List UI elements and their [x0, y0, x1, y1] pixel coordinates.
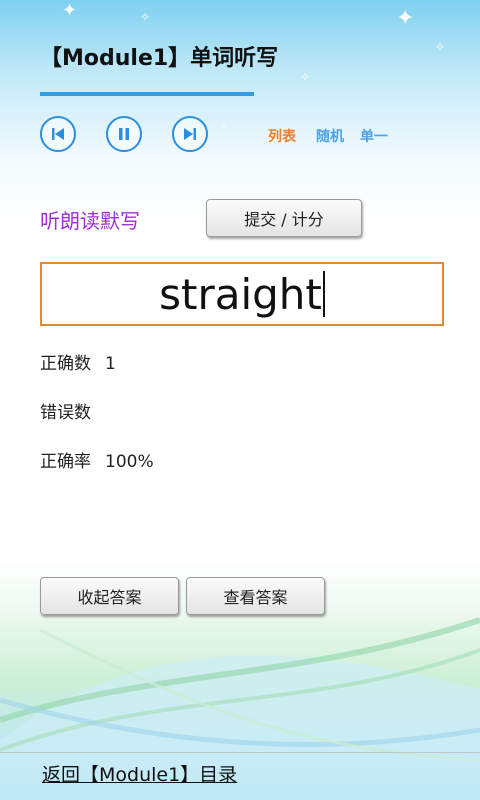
submit-score-button[interactable]: 提交 / 计分	[206, 199, 362, 237]
text-cursor	[322, 271, 325, 317]
sparkle-decoration: ✦	[62, 0, 78, 21]
pause-button[interactable]	[106, 116, 142, 152]
sparkle-decoration: ✧	[220, 120, 230, 133]
sparkle-decoration: ✧	[300, 70, 311, 84]
mode-single-button[interactable]: 单一	[360, 126, 388, 146]
back-to-contents-link[interactable]: 返回【Module1】目录	[42, 760, 237, 787]
skip-forward-icon	[184, 128, 196, 140]
sparkle-decoration: ✦	[396, 6, 415, 31]
page-title: 【Module1】单词听写	[40, 46, 279, 71]
accuracy-row: 正确率 100%	[40, 447, 154, 472]
mode-list-button[interactable]: 列表	[268, 126, 296, 146]
accuracy-label: 正确率	[40, 452, 91, 472]
sparkle-decoration: ✧	[435, 40, 446, 54]
title-underline	[40, 92, 254, 96]
answer-input[interactable]: straight	[40, 262, 444, 326]
correct-count-row: 正确数 1	[40, 349, 116, 374]
mode-random-button[interactable]: 随机	[316, 126, 344, 146]
wrong-count-label: 错误数	[40, 403, 91, 423]
next-button[interactable]	[172, 116, 208, 152]
pause-icon	[119, 128, 129, 140]
previous-button[interactable]	[40, 116, 76, 152]
correct-count-value: 1	[105, 354, 116, 374]
correct-count-label: 正确数	[40, 354, 91, 374]
wrong-count-row: 错误数	[40, 398, 105, 423]
view-answer-button[interactable]: 查看答案	[186, 577, 325, 615]
dictation-instruction: 听朗读默写	[40, 209, 140, 233]
accuracy-value: 100%	[105, 452, 154, 472]
skip-back-icon	[52, 128, 64, 140]
footer-divider	[0, 752, 480, 753]
sparkle-decoration: ✧	[140, 10, 151, 24]
collapse-answer-button[interactable]: 收起答案	[40, 577, 179, 615]
answer-input-value: straight	[159, 269, 322, 319]
